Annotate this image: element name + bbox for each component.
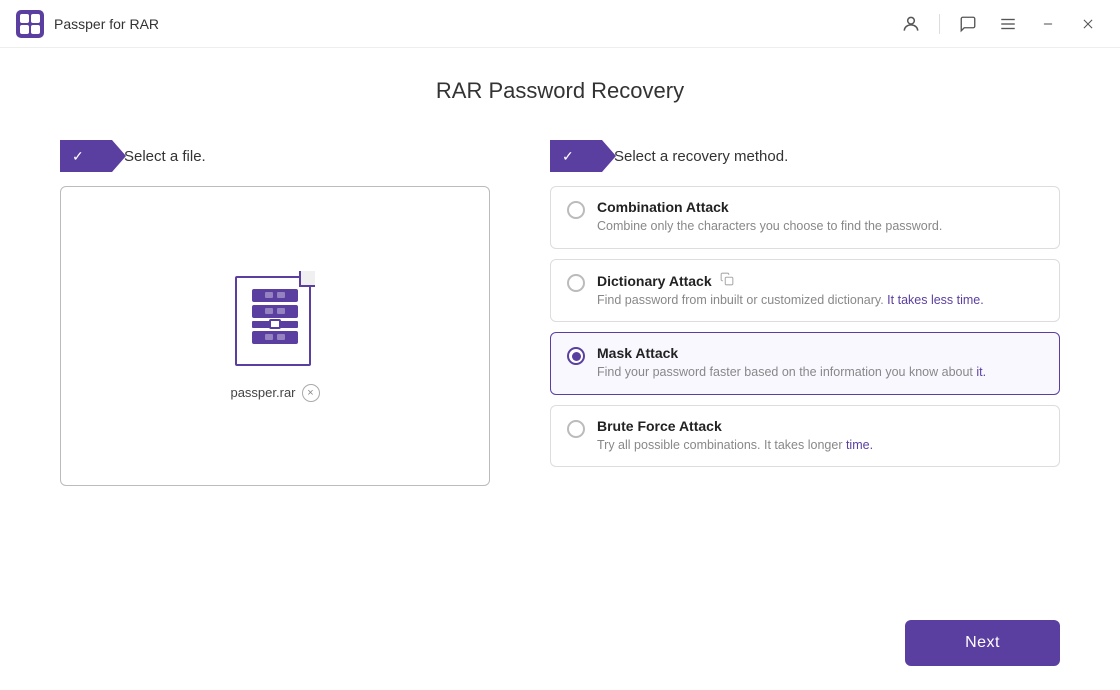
step1-label: Select a file. bbox=[124, 148, 206, 165]
titlebar: Passper for RAR bbox=[0, 0, 1120, 48]
app-title: Passper for RAR bbox=[54, 16, 159, 32]
method-mask-desc: Find your password faster based on the i… bbox=[597, 364, 1043, 382]
account-icon[interactable] bbox=[895, 8, 927, 40]
method-dictionary-text: Dictionary Attack Find password from inb… bbox=[597, 272, 1043, 310]
step1-check-icon: ✓ bbox=[60, 148, 98, 165]
method-mask[interactable]: Mask Attack Find your password faster ba… bbox=[550, 332, 1060, 395]
next-button[interactable]: Next bbox=[905, 620, 1060, 666]
rar-file-icon bbox=[235, 271, 315, 366]
left-panel: ✓ Select a file. bbox=[60, 140, 490, 486]
method-mask-text: Mask Attack Find your password faster ba… bbox=[597, 345, 1043, 382]
file-drop-area[interactable]: passper.rar × bbox=[60, 186, 490, 486]
minimize-icon[interactable] bbox=[1032, 8, 1064, 40]
method-mask-title: Mask Attack bbox=[597, 345, 1043, 361]
step2-header: ✓ Select a recovery method. bbox=[550, 140, 1060, 172]
file-icon-wrapper bbox=[235, 271, 315, 366]
method-combination[interactable]: Combination Attack Combine only the char… bbox=[550, 186, 1060, 249]
radio-combination[interactable] bbox=[567, 201, 585, 219]
titlebar-left: Passper for RAR bbox=[16, 10, 159, 38]
method-combination-text: Combination Attack Combine only the char… bbox=[597, 199, 1043, 236]
content-row: ✓ Select a file. bbox=[60, 140, 1060, 486]
page-title: RAR Password Recovery bbox=[60, 78, 1060, 104]
step1-badge: ✓ bbox=[60, 140, 112, 172]
method-dictionary[interactable]: Dictionary Attack Find password from inb… bbox=[550, 259, 1060, 323]
method-dictionary-desc: Find password from inbuilt or customized… bbox=[597, 292, 1043, 310]
separator bbox=[939, 14, 940, 34]
radio-brute[interactable] bbox=[567, 420, 585, 438]
titlebar-right bbox=[895, 8, 1104, 40]
footer: Next bbox=[905, 620, 1060, 666]
file-corner-fold bbox=[299, 271, 315, 287]
close-icon[interactable] bbox=[1072, 8, 1104, 40]
copy-icon bbox=[720, 272, 734, 286]
method-dictionary-title: Dictionary Attack bbox=[597, 272, 1043, 289]
app-logo bbox=[16, 10, 44, 38]
method-combination-title: Combination Attack bbox=[597, 199, 1043, 215]
step2-check-icon: ✓ bbox=[550, 148, 588, 165]
method-combination-desc: Combine only the characters you choose t… bbox=[597, 218, 1043, 236]
comment-icon[interactable] bbox=[952, 8, 984, 40]
radio-mask[interactable] bbox=[567, 347, 585, 365]
method-brute-title: Brute Force Attack bbox=[597, 418, 1043, 434]
step2-badge: ✓ bbox=[550, 140, 602, 172]
method-brute-text: Brute Force Attack Try all possible comb… bbox=[597, 418, 1043, 455]
menu-icon[interactable] bbox=[992, 8, 1024, 40]
step2-label: Select a recovery method. bbox=[614, 148, 788, 165]
method-brute-desc: Try all possible combinations. It takes … bbox=[597, 437, 1043, 455]
right-panel: ✓ Select a recovery method. Combination … bbox=[550, 140, 1060, 467]
method-brute[interactable]: Brute Force Attack Try all possible comb… bbox=[550, 405, 1060, 468]
radio-dictionary[interactable] bbox=[567, 274, 585, 292]
remove-file-button[interactable]: × bbox=[302, 384, 320, 402]
method-options: Combination Attack Combine only the char… bbox=[550, 186, 1060, 467]
step1-header: ✓ Select a file. bbox=[60, 140, 490, 172]
main-content: RAR Password Recovery ✓ Select a file. bbox=[0, 48, 1120, 690]
file-name: passper.rar × bbox=[230, 384, 319, 402]
